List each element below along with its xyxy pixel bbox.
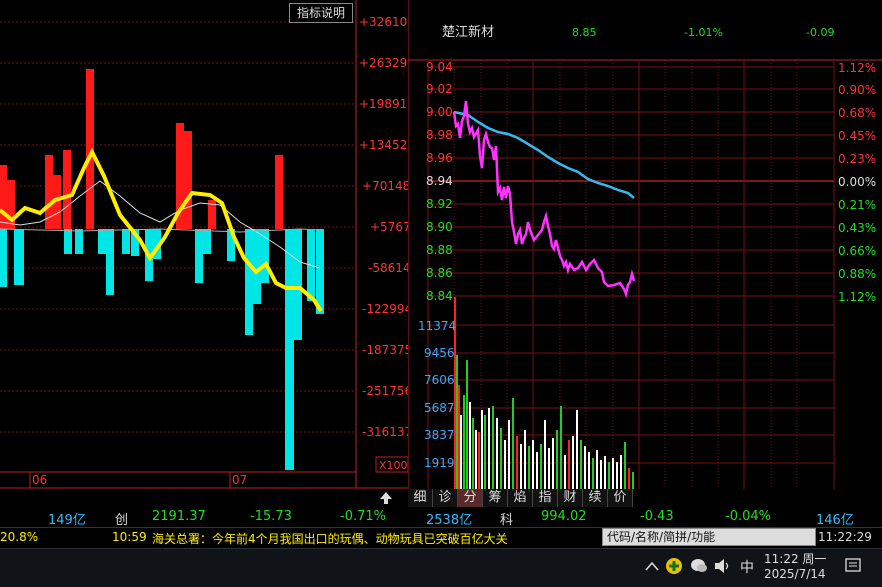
- price-tick: 8.94: [426, 174, 453, 188]
- pct-tick: 1.12%: [838, 61, 876, 75]
- intraday-tabs: 细 诊 分 筹 焰 指 财 续 价: [408, 489, 640, 507]
- volume-tick: 9456: [424, 346, 455, 360]
- turnover-2: 2538亿: [426, 513, 473, 528]
- volume-icon[interactable]: [714, 558, 732, 574]
- pct-tick: 0.00%: [838, 175, 876, 189]
- tab-minute[interactable]: 分: [458, 489, 483, 507]
- tab-flame[interactable]: 焰: [508, 489, 533, 507]
- pct-tick: 0.43%: [838, 221, 876, 235]
- price-tick: 9.00: [426, 105, 453, 119]
- volume-tick: 3837: [424, 428, 455, 442]
- left-tick: -58614: [368, 261, 408, 275]
- board-label-star[interactable]: 科: [500, 509, 513, 528]
- stock-change-pct: -1.01%: [684, 26, 723, 39]
- pct-tick: 1.12%: [838, 290, 876, 304]
- tab-price[interactable]: 价: [608, 489, 633, 507]
- board2-pct: -0.04%: [725, 509, 771, 524]
- tab-indicator[interactable]: 指: [533, 489, 558, 507]
- price-tick: 8.92: [426, 197, 453, 211]
- index-quote-strip: 149亿 创 2191.37 -15.73 -0.71% 2538亿 科 994…: [0, 507, 882, 528]
- stock-change: -0.09: [806, 26, 834, 39]
- ime-indicator[interactable]: 中: [740, 557, 754, 577]
- left-tick: +134529: [359, 138, 408, 152]
- news-headline[interactable]: 海关总署：今年前4个月我国出口的玩偶、动物玩具已突破百亿大关: [152, 530, 508, 547]
- status-clock: 11:22:29: [818, 530, 872, 544]
- tab-detail[interactable]: 细: [408, 489, 433, 507]
- left-tick: -316137: [362, 425, 408, 439]
- left-y-ticks: +326101 +263291 +198910 +134529 +70148 +…: [359, 15, 408, 439]
- price-tick: 9.04: [426, 60, 453, 74]
- price-tick: 9.02: [426, 82, 453, 96]
- tab-chips[interactable]: 筹: [483, 489, 508, 507]
- price-tick: 8.96: [426, 151, 453, 165]
- price-tick: 8.86: [426, 266, 453, 280]
- taskbar-time[interactable]: 11:22 周一: [764, 550, 826, 567]
- wechat-icon[interactable]: [690, 557, 708, 575]
- tab-continue[interactable]: 续: [583, 489, 608, 507]
- price-tick: 8.88: [426, 243, 453, 257]
- volume-tick: 5687: [424, 401, 455, 415]
- left-tick: -122994: [362, 302, 408, 316]
- tray-app-icon[interactable]: [665, 557, 683, 575]
- windows-taskbar: 中 11:22 周一 2025/7/14: [0, 548, 882, 587]
- intraday-chart: 楚江新材 8.85 -1.01% -0.09 9.04 9.02 9.00 8.…: [408, 0, 882, 489]
- stock-name: 楚江新材: [442, 24, 494, 40]
- notification-icon[interactable]: [844, 557, 862, 575]
- left-tick: +70148: [362, 179, 408, 193]
- left-flow-chart: +326101 +263291 +198910 +134529 +70148 +…: [0, 0, 408, 489]
- volume-tick: 11374: [418, 319, 456, 333]
- x-label-06: 06: [32, 473, 47, 487]
- board2-change: -0.43: [640, 509, 674, 524]
- pct-tick: 0.23%: [838, 152, 876, 166]
- tab-diagnose[interactable]: 诊: [433, 489, 458, 507]
- pct-tick: 0.21%: [838, 198, 876, 212]
- price-tick: 8.84: [426, 289, 453, 303]
- board2-value: 994.02: [541, 509, 587, 524]
- price-tick: 8.90: [426, 220, 453, 234]
- pct-tick: 0.45%: [838, 129, 876, 143]
- price-tick: 8.98: [426, 128, 453, 142]
- board-label-chinext[interactable]: 创: [115, 509, 128, 528]
- turnover-3: 146亿: [816, 513, 854, 528]
- board-value: 2191.37: [152, 509, 206, 524]
- left-tick: +326101: [359, 15, 408, 29]
- pct-tick: 0.66%: [838, 244, 876, 258]
- left-tick: +5767: [370, 220, 408, 234]
- indicator-help-button[interactable]: 指标说明: [289, 3, 353, 23]
- code-search-input[interactable]: 代码/名称/简拼/功能: [602, 528, 816, 546]
- left-tick: -251756: [362, 384, 408, 398]
- volume-tick: 7606: [424, 373, 455, 387]
- left-tick: -187375: [362, 343, 408, 357]
- news-left-pct: 20.8%: [0, 530, 39, 544]
- scale-tag: X100: [379, 459, 408, 472]
- x-label-07: 07: [232, 473, 247, 487]
- pct-tick: 0.90%: [838, 83, 876, 97]
- left-tick: +198910: [359, 97, 408, 111]
- board-pct: -0.71%: [340, 509, 386, 524]
- turnover-1: 149亿: [48, 513, 86, 528]
- tab-finance[interactable]: 财: [558, 489, 583, 507]
- board-change: -15.73: [250, 509, 292, 524]
- news-time: 10:59: [112, 530, 147, 544]
- inflow-bars: [0, 69, 283, 229]
- taskbar-date[interactable]: 2025/7/14: [764, 567, 826, 581]
- up-arrow-icon[interactable]: [376, 490, 396, 506]
- volume-tick: 1919: [424, 456, 455, 470]
- pct-tick: 0.88%: [838, 267, 876, 281]
- pct-tick: 0.68%: [838, 106, 876, 120]
- chevron-up-icon[interactable]: [645, 561, 659, 571]
- left-tick: +263291: [359, 56, 408, 70]
- stock-price: 8.85: [572, 26, 597, 39]
